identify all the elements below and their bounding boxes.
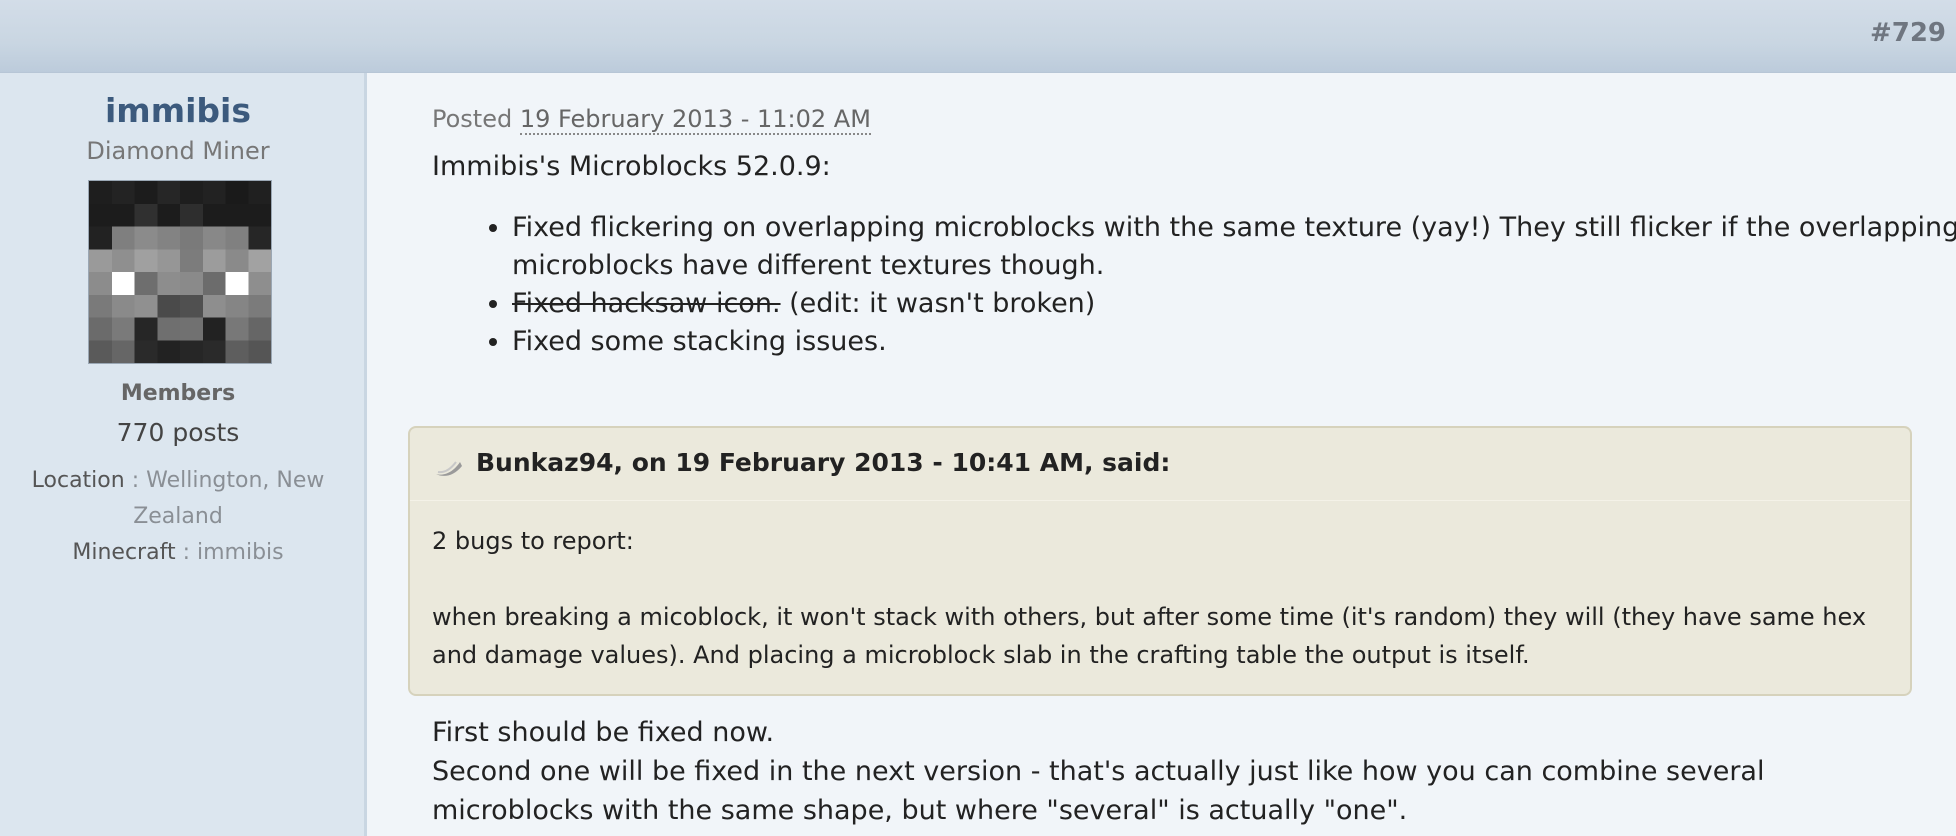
quote-citation: Bunkaz94, on 19 February 2013 - 10:41 AM… [476, 448, 1171, 477]
list-item: Fixed hacksaw icon. (edit: it wasn't bro… [512, 285, 1956, 323]
quote-header: Bunkaz94, on 19 February 2013 - 10:41 AM… [410, 428, 1910, 501]
reply-paragraph: First should be fixed now. [432, 717, 775, 748]
post-number-link[interactable]: #729 [1870, 18, 1946, 48]
list-item: Fixed some stacking issues. [512, 323, 1956, 361]
author-location-field: Location : Wellington, New Zealand [20, 463, 336, 535]
list-item-text: Fixed flickering on overlapping microblo… [512, 212, 1956, 281]
author-sidebar: immibis Diamond Miner Members 770 posts … [0, 73, 367, 836]
avatar-image [89, 181, 271, 363]
minecraft-label: Minecraft [72, 540, 176, 565]
minecraft-value: immibis [196, 540, 284, 565]
author-minecraft-field: Minecraft : immibis [20, 535, 336, 571]
posted-line: Posted 19 February 2013 - 11:02 AM [432, 105, 871, 135]
quote-block: Bunkaz94, on 19 February 2013 - 10:41 AM… [408, 426, 1912, 696]
minecraft-separator: : [175, 540, 197, 565]
release-title: Immibis's Microblocks 52.0.9: [432, 151, 831, 182]
location-label: Location [31, 468, 125, 493]
location-value: Wellington, New Zealand [133, 468, 325, 529]
quote-paragraph: when breaking a micoblock, it won't stac… [432, 603, 1867, 669]
post-header-bar: #729 [0, 0, 1956, 73]
reply-text: First should be fixed now. Second one wi… [432, 713, 1922, 830]
quote-paragraph: 2 bugs to report: [432, 527, 634, 555]
author-post-count: 770 posts [116, 418, 240, 447]
quote-arrow-icon[interactable] [434, 454, 464, 478]
reply-paragraph: Second one will be fixed in the next ver… [432, 756, 1765, 826]
location-separator: : [124, 468, 147, 493]
struck-text: Fixed hacksaw icon. [512, 288, 781, 319]
posted-date[interactable]: 19 February 2013 - 11:02 AM [519, 105, 871, 135]
author-rank: Diamond Miner [86, 137, 270, 165]
posted-label: Posted [432, 105, 513, 133]
avatar[interactable] [88, 180, 272, 364]
quote-body: 2 bugs to report: when breaking a micobl… [432, 522, 1872, 674]
changelog-list: Fixed flickering on overlapping microblo… [432, 209, 1956, 361]
list-item: Fixed flickering on overlapping microblo… [512, 209, 1956, 285]
author-group: Members [120, 381, 236, 406]
author-username[interactable]: immibis [0, 91, 356, 130]
list-item-text: (edit: it wasn't broken) [780, 288, 1096, 319]
list-item-text: Fixed some stacking issues. [512, 326, 887, 357]
